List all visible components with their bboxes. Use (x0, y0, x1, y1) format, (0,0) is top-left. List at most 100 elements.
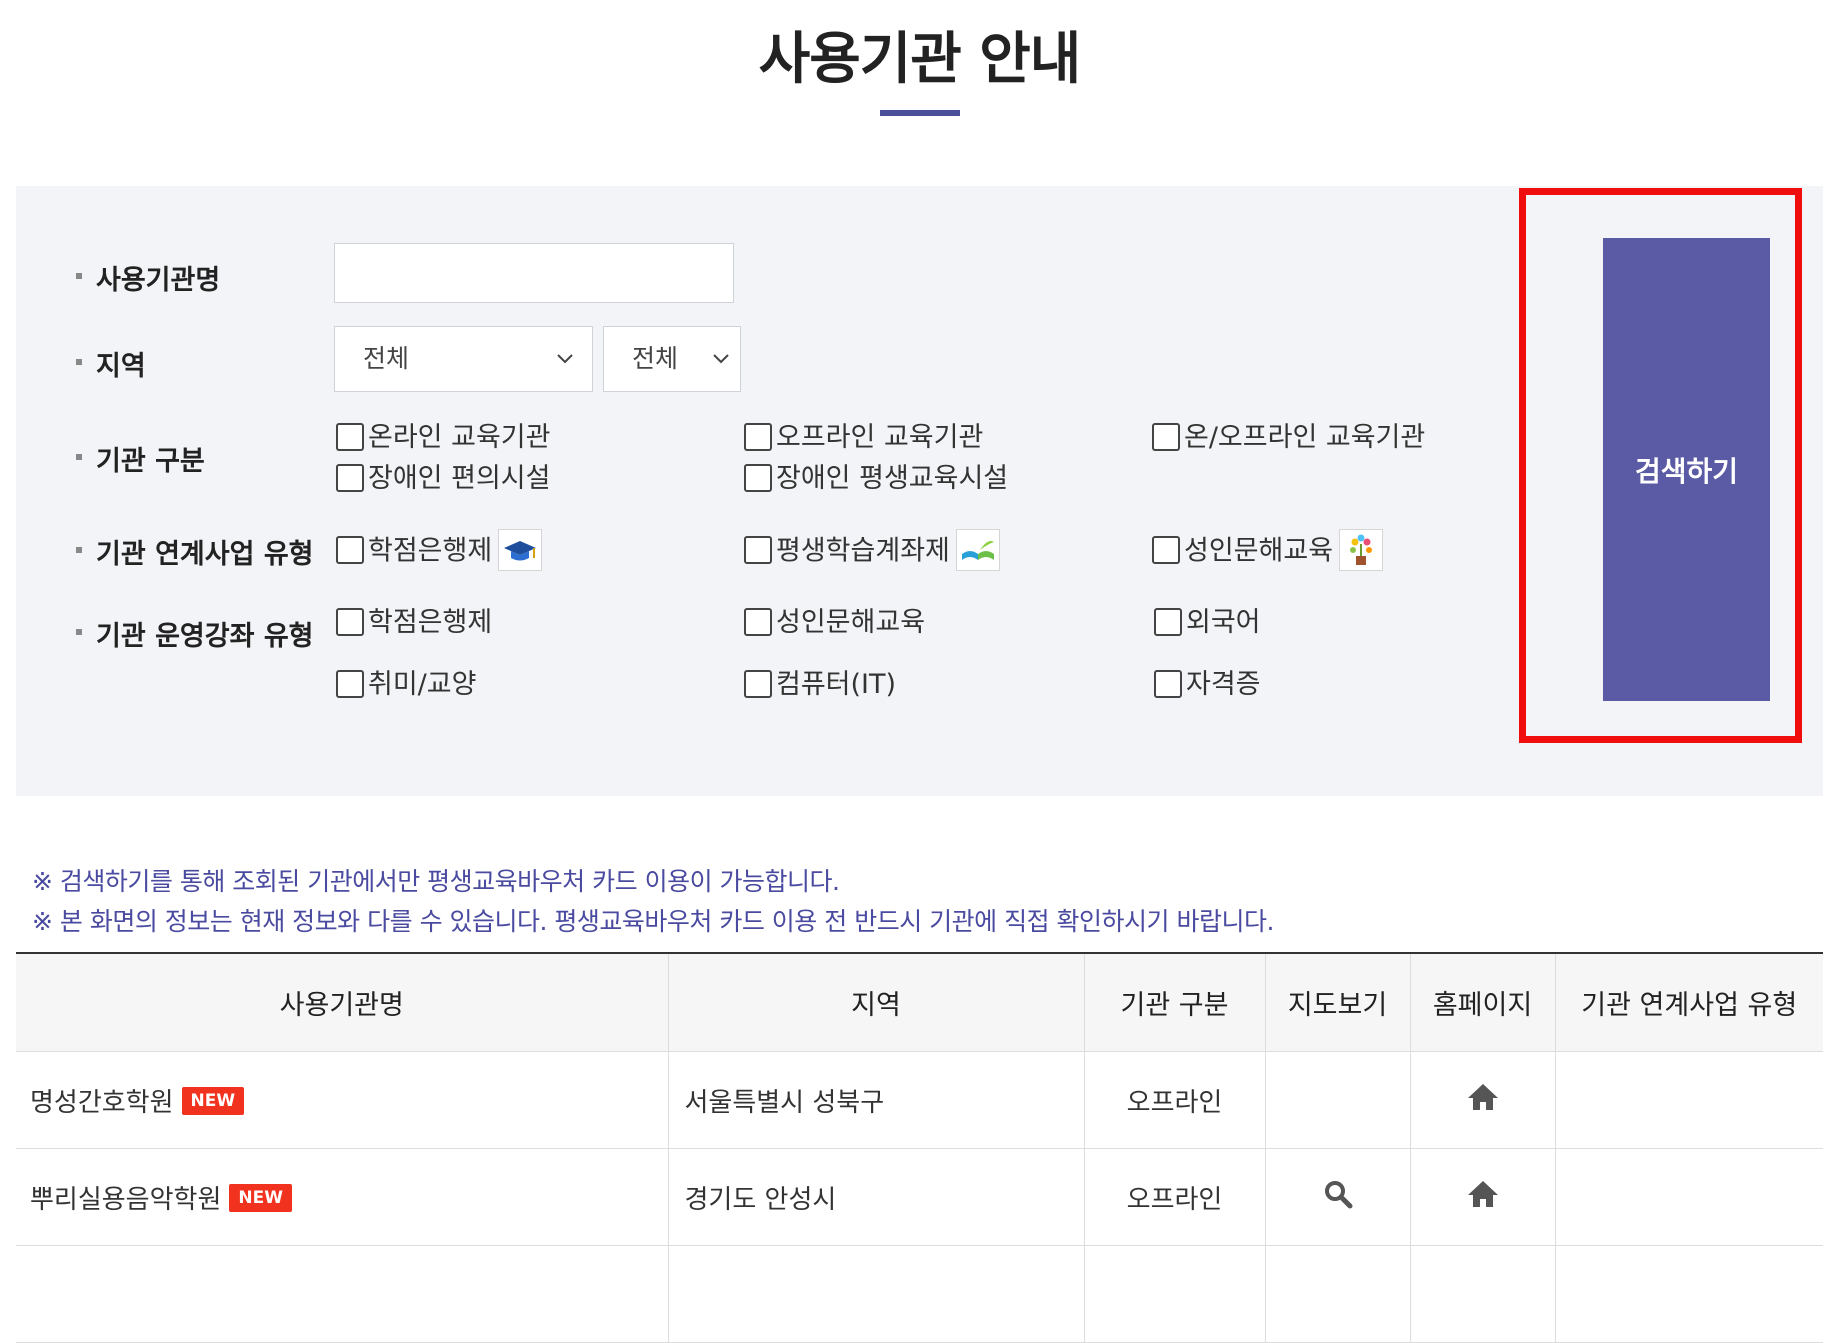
header-homepage: 홈페이지 (1410, 952, 1556, 1052)
results-table: 사용기관명 지역 기관 구분 지도보기 홈페이지 기관 연계사업 유형 명성간호… (16, 952, 1823, 1343)
page-title: 사용기관 안내 (758, 27, 1082, 92)
linked-adult-literacy-checkbox[interactable]: 성인문해교육 (1152, 529, 1384, 573)
region-province-select[interactable]: 전체 (334, 326, 593, 392)
type-on-offline-checkbox[interactable]: 온/오프라인 교육기관 (1152, 421, 1425, 455)
row-homepage-cell (1410, 1245, 1556, 1343)
checkbox-label: 외국어 (1186, 607, 1261, 638)
course-hobby-checkbox[interactable]: 취미/교양 (336, 668, 476, 702)
checkbox-label: 컴퓨터(IT) (776, 669, 897, 700)
type-offline-checkbox[interactable]: 오프라인 교육기관 (744, 421, 983, 455)
header-linked-program: 기관 연계사업 유형 (1555, 952, 1823, 1052)
name-label: 사용기관명 (76, 258, 220, 297)
course-label-text: 기관 운영강좌 유형 (96, 621, 314, 652)
checkbox-square[interactable] (744, 536, 772, 564)
checkbox-square[interactable] (336, 607, 364, 636)
region-label-text: 지역 (96, 351, 146, 382)
checkbox-label: 장애인 편의시설 (368, 463, 551, 494)
checkbox-square[interactable] (744, 422, 772, 451)
checkbox-square[interactable] (1152, 536, 1180, 564)
table-row: 뿌리실용음악학원 NEW 경기도 안성시 오프라인 (16, 1148, 1823, 1246)
region-city-value: 전체 (632, 344, 679, 373)
row-type-cell: 오프라인 (1084, 1148, 1266, 1246)
checkbox-label: 온라인 교육기관 (368, 422, 551, 453)
chevron-down-icon (712, 327, 730, 416)
course-adult-literacy-checkbox[interactable]: 성인문해교육 (744, 606, 925, 640)
row-region-cell: 경기도 안성시 (668, 1148, 1085, 1246)
table-header-row: 사용기관명 지역 기관 구분 지도보기 홈페이지 기관 연계사업 유형 (16, 952, 1823, 1052)
home-icon[interactable] (1466, 1083, 1500, 1119)
linked-learning-account-checkbox[interactable]: 평생학습계좌제 (744, 529, 1000, 573)
checkbox-label: 자격증 (1186, 669, 1261, 700)
checkbox-square[interactable] (336, 463, 364, 492)
checkbox-square[interactable] (336, 669, 364, 698)
row-name-cell: 명성간호학원 NEW (16, 1051, 669, 1149)
header-type: 기관 구분 (1084, 952, 1266, 1052)
checkbox-label: 학점은행제 (368, 535, 493, 567)
region-city-select[interactable]: 전체 (603, 326, 741, 392)
institution-name-link[interactable]: 명성간호학원 (30, 1088, 174, 1118)
name-label-text: 사용기관명 (96, 265, 221, 296)
bullet-dot (76, 628, 82, 635)
checkbox-square[interactable] (1152, 422, 1180, 451)
header-name: 사용기관명 (16, 952, 669, 1052)
notice-line-2: ※ 본 화면의 정보는 현재 정보와 다를 수 있습니다. 평생교육바우처 카드… (32, 907, 1274, 936)
checkbox-square[interactable] (1154, 669, 1182, 698)
type-label: 기관 구분 (76, 439, 205, 478)
bullet-dot (76, 272, 82, 279)
checkbox-square[interactable] (744, 463, 772, 492)
type-disability-lifelong-checkbox[interactable]: 장애인 평생교육시설 (744, 462, 1008, 496)
checkbox-label: 취미/교양 (368, 669, 477, 700)
checkbox-label: 장애인 평생교육시설 (776, 463, 1009, 494)
course-foreign-language-checkbox[interactable]: 외국어 (1154, 606, 1261, 640)
table-row: 명성간호학원 NEW 서울특별시 성북구 오프라인 (16, 1051, 1823, 1149)
bullet-dot (76, 358, 82, 365)
checkbox-label: 오프라인 교육기관 (776, 422, 984, 453)
new-badge: NEW (229, 1184, 292, 1212)
notice-line-1: ※ 검색하기를 통해 조회된 기관에서만 평생교육바우처 카드 이용이 가능합니… (32, 867, 840, 896)
linked-credit-bank-checkbox[interactable]: 학점은행제 (336, 529, 543, 573)
checkbox-label: 평생학습계좌제 (776, 535, 950, 567)
row-linked-program-cell (1555, 1051, 1823, 1149)
linked-label: 기관 연계사업 유형 (76, 532, 314, 571)
linked-label-text: 기관 연계사업 유형 (96, 539, 314, 570)
plant-pot-icon (1339, 529, 1384, 571)
region-province-value: 전체 (363, 344, 410, 373)
institution-name-input[interactable] (334, 243, 734, 303)
checkbox-label: 성인문해교육 (1184, 535, 1334, 567)
checkbox-square[interactable] (744, 669, 772, 698)
home-icon[interactable] (1466, 1180, 1500, 1216)
magnifier-icon[interactable] (1322, 1180, 1354, 1217)
type-label-text: 기관 구분 (96, 446, 205, 477)
checkbox-label: 학점은행제 (368, 607, 493, 638)
bullet-dot (76, 546, 82, 553)
row-linked-program-cell (1555, 1148, 1823, 1246)
checkbox-label: 온/오프라인 교육기관 (1184, 422, 1426, 453)
row-region-cell (668, 1245, 1085, 1343)
row-name-cell: 뿌리실용음악학원 NEW (16, 1148, 669, 1246)
search-button[interactable]: 검색하기 (1603, 238, 1770, 701)
course-label: 기관 운영강좌 유형 (76, 614, 314, 653)
title-underline (880, 110, 960, 116)
course-computer-checkbox[interactable]: 컴퓨터(IT) (744, 668, 896, 702)
new-badge: NEW (181, 1087, 245, 1115)
row-map-cell (1265, 1051, 1411, 1149)
checkbox-label: 성인문해교육 (776, 607, 926, 638)
checkbox-square[interactable] (1154, 607, 1182, 636)
type-online-checkbox[interactable]: 온라인 교육기관 (336, 421, 550, 455)
checkbox-square[interactable] (744, 607, 772, 636)
course-credit-bank-checkbox[interactable]: 학점은행제 (336, 606, 492, 640)
row-type-cell: 오프라인 (1084, 1051, 1266, 1149)
type-disability-facility-checkbox[interactable]: 장애인 편의시설 (336, 462, 550, 496)
table-row (16, 1245, 1823, 1343)
bullet-dot (76, 453, 82, 460)
header-map: 지도보기 (1265, 952, 1411, 1052)
course-certificate-checkbox[interactable]: 자격증 (1154, 668, 1261, 702)
checkbox-square[interactable] (336, 422, 364, 451)
open-book-icon (955, 529, 1000, 571)
row-linked-program-cell (1555, 1245, 1823, 1343)
row-name-cell (16, 1245, 669, 1343)
checkbox-square[interactable] (336, 536, 364, 564)
row-type-cell (1084, 1245, 1266, 1343)
graduation-cap-icon (498, 529, 543, 571)
institution-name-link[interactable]: 뿌리실용음악학원 (30, 1185, 221, 1215)
